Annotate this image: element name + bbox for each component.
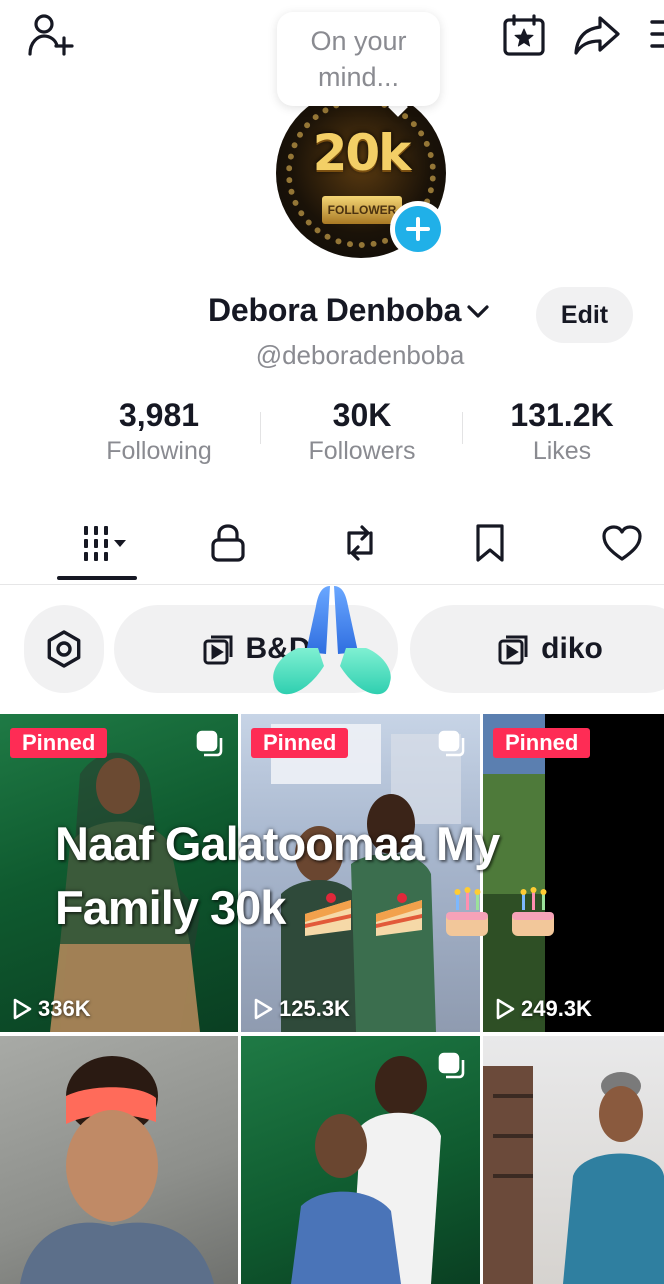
- pinned-badge: Pinned: [493, 728, 591, 758]
- pinned-badge: Pinned: [10, 728, 108, 758]
- playlist-label: diko: [541, 632, 603, 665]
- stat-value: 131.2K: [510, 397, 614, 433]
- photo-carousel-icon: [196, 730, 224, 763]
- menu-icon[interactable]: [644, 14, 664, 54]
- pinned-badge: Pinned: [251, 728, 349, 758]
- playlist-icon: [497, 632, 531, 666]
- display-name: Debora Denboba: [208, 292, 462, 328]
- stat-value: 30K: [332, 397, 392, 433]
- grid-overlay-title-text: Naaf Galatoomaa My Family 30k: [55, 817, 500, 934]
- view-count: 125.3K: [253, 996, 350, 1022]
- tab-private[interactable]: [198, 515, 258, 571]
- avatar-plate-text: FOLLOWER: [322, 196, 402, 224]
- gear-icon: [44, 629, 84, 669]
- play-icon: [496, 998, 515, 1020]
- avatar-overlay-text: 20k: [312, 124, 412, 182]
- birthday-cake-icon: [445, 886, 488, 936]
- stat-followers[interactable]: 30K Followers: [262, 396, 462, 468]
- play-icon: [13, 998, 32, 1020]
- display-name-row[interactable]: Debora Denboba: [208, 292, 491, 329]
- username-handle: @deboradenboba: [255, 340, 465, 370]
- profile-tab-bar: [0, 505, 664, 585]
- play-icon: [254, 998, 273, 1020]
- video-image: [20, 1056, 214, 1284]
- photo-carousel-icon: [438, 730, 466, 763]
- tab-favorites[interactable]: [460, 515, 520, 571]
- divider: [260, 412, 261, 444]
- video-thumbnail[interactable]: [0, 1036, 238, 1284]
- birthday-cake-icon: [511, 886, 554, 936]
- stat-following[interactable]: 3,981 Following: [59, 396, 259, 468]
- heart-icon: [601, 524, 643, 562]
- view-count-text: 336K: [38, 996, 91, 1021]
- stat-label: Followers: [308, 437, 416, 465]
- active-tab-indicator: [57, 576, 137, 580]
- playlist-settings-button[interactable]: [24, 605, 104, 693]
- edit-profile-button[interactable]: Edit: [536, 287, 633, 343]
- stat-value: 3,981: [118, 397, 200, 433]
- tab-videos[interactable]: [62, 515, 142, 571]
- cake-icon: [375, 892, 422, 936]
- stat-label: Following: [106, 437, 212, 465]
- add-friend-icon[interactable]: [24, 10, 78, 60]
- share-icon[interactable]: [570, 10, 624, 60]
- grid-icon: [70, 523, 134, 563]
- plus-icon: [395, 206, 441, 252]
- calendar-star-icon[interactable]: [500, 10, 548, 60]
- playlist-pill[interactable]: diko: [410, 605, 664, 693]
- tab-reposts[interactable]: [330, 515, 390, 571]
- playlist-icon: [202, 632, 236, 666]
- lock-icon: [210, 523, 246, 563]
- view-count: 249.3K: [495, 996, 592, 1022]
- bookmark-icon: [474, 523, 506, 563]
- chevron-down-icon: [465, 301, 491, 321]
- view-count-text: 125.3K: [279, 996, 350, 1021]
- note-tooltip[interactable]: On your mind...: [277, 12, 440, 106]
- video-thumbnail[interactable]: [241, 1036, 480, 1284]
- note-tooltip-text: On your mind...: [310, 26, 407, 92]
- praying-hands-icon: [273, 586, 391, 695]
- grid-overlay-title: Naaf Galatoomaa My Family 30k: [55, 812, 575, 940]
- photo-carousel-icon: [438, 1052, 466, 1085]
- video-thumbnail[interactable]: [483, 1036, 664, 1284]
- view-count: 336K: [12, 996, 91, 1022]
- stat-label: Likes: [532, 437, 592, 465]
- view-count-text: 249.3K: [521, 996, 592, 1021]
- tab-liked[interactable]: [592, 515, 652, 571]
- stat-likes[interactable]: 131.2K Likes: [462, 396, 662, 468]
- video-image: [483, 1066, 664, 1284]
- cake-icon: [305, 892, 352, 936]
- add-story-button[interactable]: [390, 201, 446, 257]
- repost-icon: [338, 523, 382, 563]
